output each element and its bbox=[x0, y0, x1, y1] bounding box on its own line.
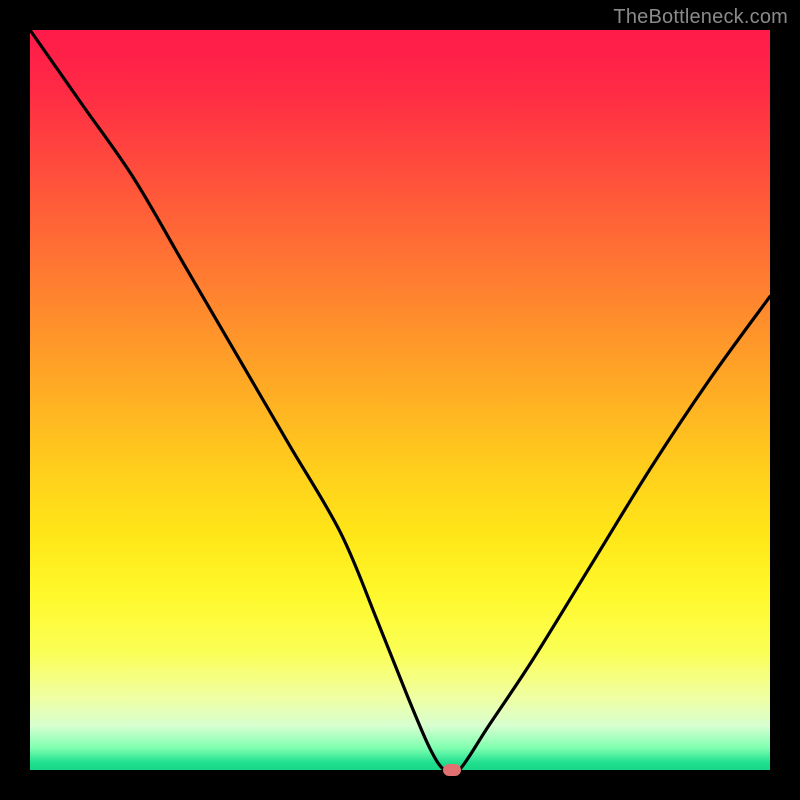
plot-area bbox=[30, 30, 770, 770]
chart-container: TheBottleneck.com bbox=[0, 0, 800, 800]
bottleneck-curve bbox=[30, 30, 770, 774]
watermark-text: TheBottleneck.com bbox=[613, 6, 788, 29]
curve-svg bbox=[30, 30, 770, 770]
optimum-marker bbox=[443, 764, 461, 776]
